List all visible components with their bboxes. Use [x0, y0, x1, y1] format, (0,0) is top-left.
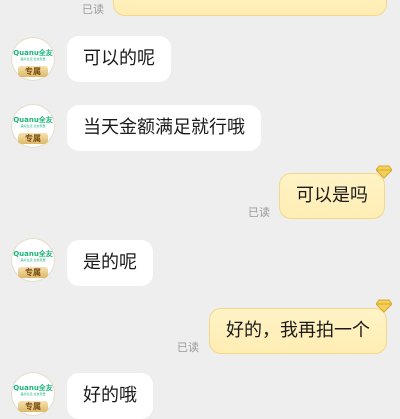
read-status: 已读 [177, 341, 199, 354]
brand-slogan: 美好生活 全友家居 [20, 258, 46, 262]
brand-slogan: 美好生活 全友家居 [20, 57, 46, 61]
avatar[interactable]: Quanu全友 美好生活 全友家居 专属 [11, 104, 55, 148]
message-bubble-outgoing-cropped[interactable] [113, 0, 387, 16]
brand-slogan: 美好生活 全友家居 [20, 392, 46, 396]
gem-icon [376, 299, 392, 313]
exclusive-badge: 专属 [18, 401, 48, 412]
message-bubble-outgoing[interactable]: 可以是吗 [279, 173, 385, 219]
read-status: 已读 [248, 206, 270, 219]
read-status: 已读 [82, 3, 104, 16]
avatar[interactable]: Quanu全友 美好生活 全友家居 专属 [11, 372, 55, 416]
avatar[interactable]: Quanu全友 美好生活 全友家居 专属 [11, 238, 55, 282]
message-bubble-incoming[interactable]: 可以的呢 [67, 36, 171, 82]
message-bubble-incoming[interactable]: 好的哦 [67, 373, 153, 419]
exclusive-badge: 专属 [18, 133, 48, 144]
message-bubble-incoming[interactable]: 是的呢 [67, 240, 153, 286]
exclusive-badge: 专属 [18, 267, 48, 278]
brand-slogan: 美好生活 全友家居 [20, 124, 46, 128]
exclusive-badge: 专属 [18, 66, 48, 77]
message-bubble-outgoing[interactable]: 好的，我再拍一个 [209, 308, 387, 354]
message-bubble-incoming[interactable]: 当天金额满足就行哦 [67, 105, 261, 151]
gem-icon [376, 165, 392, 179]
avatar[interactable]: Quanu全友 美好生活 全友家居 专属 [11, 37, 55, 81]
